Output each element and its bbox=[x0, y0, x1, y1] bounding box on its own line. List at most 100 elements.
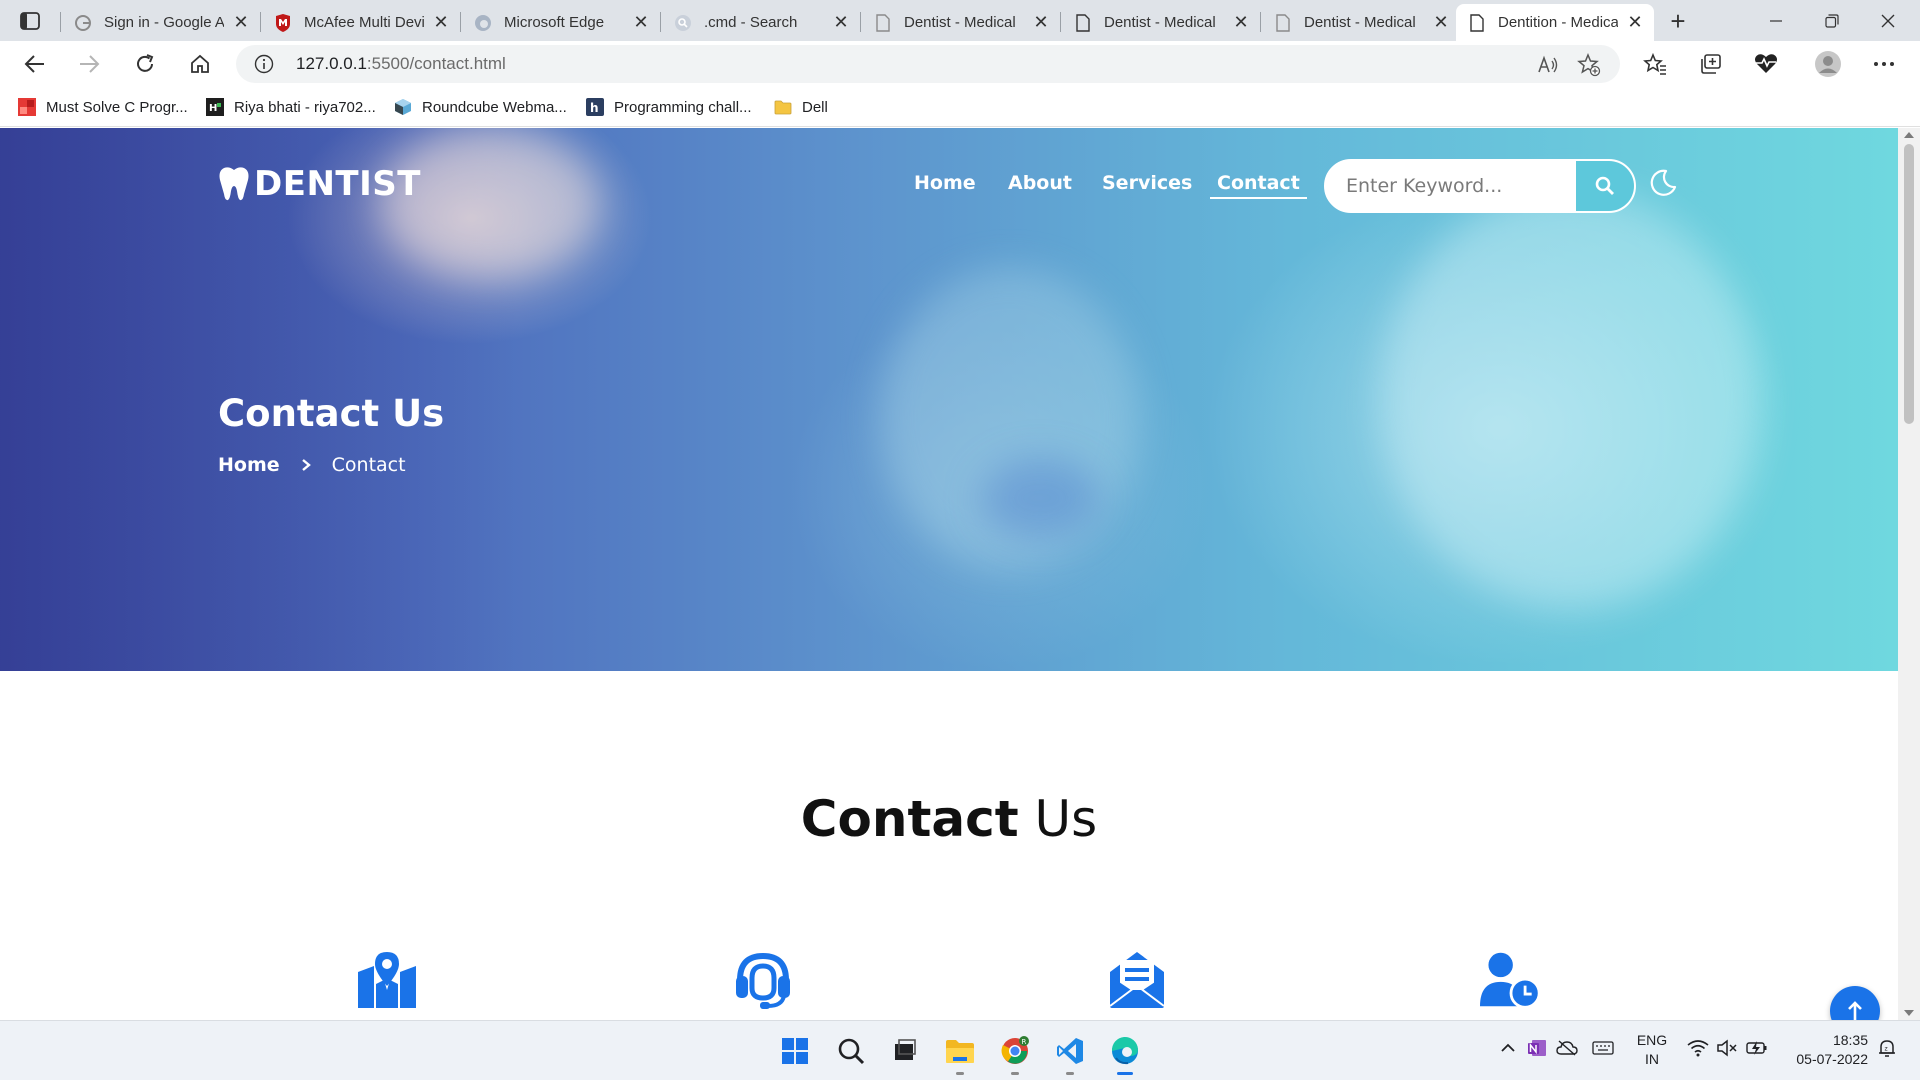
hackerrank-icon: h bbox=[586, 98, 604, 116]
refresh-button[interactable] bbox=[128, 47, 162, 81]
search-icon bbox=[674, 14, 692, 32]
tab-separator bbox=[60, 12, 61, 32]
dark-mode-toggle-moon-icon[interactable] bbox=[1648, 168, 1678, 198]
tab-separator bbox=[460, 12, 461, 32]
close-icon[interactable]: ✕ bbox=[432, 12, 450, 32]
profile-button[interactable] bbox=[1813, 49, 1843, 79]
keyboard-icon bbox=[1592, 1041, 1614, 1055]
tab-cmd-search[interactable]: .cmd - Search ✕ bbox=[662, 4, 860, 41]
close-icon[interactable]: ✕ bbox=[832, 12, 850, 32]
bookmark-item[interactable]: h Programming chall... bbox=[586, 95, 752, 119]
tab-microsoft-edge[interactable]: Microsoft Edge ✕ bbox=[462, 4, 660, 41]
mcafee-icon bbox=[274, 13, 292, 32]
browser-essentials-button[interactable] bbox=[1751, 49, 1781, 79]
cloud-offline-icon bbox=[1556, 1040, 1578, 1056]
info-icon[interactable] bbox=[254, 54, 274, 74]
bookmark-item[interactable]: Dell bbox=[774, 95, 828, 119]
close-icon bbox=[1881, 14, 1895, 27]
close-icon[interactable]: ✕ bbox=[232, 12, 250, 32]
tab-separator bbox=[1060, 12, 1061, 32]
star-add-icon bbox=[1577, 53, 1601, 77]
edge-taskbar-button[interactable] bbox=[1109, 1035, 1141, 1075]
collections-button[interactable] bbox=[1696, 49, 1726, 79]
svg-text:h: h bbox=[590, 101, 599, 115]
refresh-icon bbox=[137, 54, 154, 72]
tab-dentition-medical-active[interactable]: Dentition - Medical ✕ bbox=[1456, 4, 1654, 41]
bookmark-item[interactable]: Must Solve C Progr... bbox=[18, 95, 188, 119]
breadcrumb-home-link[interactable]: Home bbox=[218, 454, 280, 476]
forward-button[interactable] bbox=[72, 47, 106, 81]
keyboard-tray-icon[interactable] bbox=[1592, 1037, 1614, 1059]
running-indicator bbox=[1066, 1072, 1074, 1075]
active-window-indicator bbox=[1117, 1072, 1133, 1075]
bookmark-item[interactable]: H Riya bhati - riya702... bbox=[206, 95, 376, 119]
taskbar-search-button[interactable] bbox=[835, 1035, 867, 1067]
bookmark-item[interactable]: Roundcube Webma... bbox=[394, 95, 567, 119]
system-clock[interactable]: 18:35 05-07-2022 bbox=[1786, 1031, 1868, 1069]
plus-icon: + bbox=[1670, 5, 1686, 36]
onenote-tray-icon[interactable] bbox=[1526, 1037, 1548, 1059]
close-window-button[interactable] bbox=[1860, 0, 1916, 41]
breadcrumb: Home Contact bbox=[218, 454, 406, 476]
tab-title: .cmd - Search bbox=[704, 14, 798, 31]
site-search bbox=[1324, 159, 1636, 213]
minimize-button[interactable] bbox=[1748, 0, 1804, 41]
search-icon bbox=[838, 1038, 865, 1065]
hero-photo-blur bbox=[1380, 188, 1760, 608]
volume-tray-icon[interactable] bbox=[1716, 1037, 1738, 1059]
input-language-indicator[interactable]: ENG IN bbox=[1634, 1031, 1670, 1069]
new-tab-button[interactable]: + bbox=[1663, 6, 1693, 36]
bookmark-label: Riya bhati - riya702... bbox=[234, 98, 376, 116]
windows-start-icon bbox=[782, 1038, 808, 1064]
tab-dentist-medical-2[interactable]: Dentist - Medical ✕ bbox=[1062, 4, 1260, 41]
nav-link-contact[interactable]: Contact bbox=[1210, 172, 1307, 199]
wifi-tray-icon[interactable] bbox=[1687, 1037, 1709, 1059]
edge-icon bbox=[474, 14, 492, 32]
search-button[interactable] bbox=[1576, 161, 1634, 211]
tab-google-sign-in[interactable]: Sign in - Google Accounts ✕ bbox=[62, 4, 260, 41]
restore-button[interactable] bbox=[1804, 0, 1860, 41]
home-button[interactable] bbox=[183, 47, 217, 81]
battery-tray-icon[interactable] bbox=[1746, 1037, 1768, 1059]
close-icon[interactable]: ✕ bbox=[1232, 12, 1250, 32]
nav-link-services[interactable]: Services bbox=[1102, 172, 1192, 194]
read-aloud-button[interactable] bbox=[1536, 53, 1560, 77]
close-icon[interactable]: ✕ bbox=[1432, 12, 1450, 32]
nav-link-home[interactable]: Home bbox=[914, 172, 976, 194]
file-explorer-button[interactable] bbox=[944, 1035, 976, 1075]
back-button[interactable] bbox=[18, 47, 52, 81]
notifications-button[interactable]: z bbox=[1876, 1037, 1898, 1059]
page-scrollbar[interactable] bbox=[1898, 128, 1920, 1020]
tab-dentist-medical-1[interactable]: Dentist - Medical ✕ bbox=[862, 4, 1060, 41]
address-bar[interactable]: 127.0.0.1:5500/contact.html bbox=[236, 45, 1620, 83]
tab-dentist-medical-3[interactable]: Dentist - Medical ✕ bbox=[1262, 4, 1460, 41]
search-input[interactable] bbox=[1326, 161, 1578, 211]
close-icon[interactable]: ✕ bbox=[1032, 12, 1050, 32]
restore-icon bbox=[1825, 13, 1839, 28]
chrome-button[interactable]: R bbox=[999, 1035, 1031, 1075]
favorites-button[interactable] bbox=[1640, 49, 1670, 79]
svg-text:z: z bbox=[1885, 1046, 1888, 1053]
scrollbar-thumb[interactable] bbox=[1904, 144, 1914, 424]
site-logo[interactable]: DENTIST bbox=[218, 164, 421, 204]
tab-actions-button[interactable] bbox=[14, 8, 46, 34]
settings-more-button[interactable] bbox=[1869, 49, 1899, 79]
close-icon[interactable]: ✕ bbox=[1626, 12, 1644, 32]
running-indicator bbox=[956, 1072, 964, 1075]
section-title: Contact Us bbox=[0, 790, 1898, 848]
start-button[interactable] bbox=[779, 1035, 811, 1067]
arrow-left-icon bbox=[24, 55, 44, 73]
task-view-button[interactable] bbox=[888, 1035, 920, 1067]
hackerearth-icon: H bbox=[206, 98, 224, 116]
close-icon[interactable]: ✕ bbox=[632, 12, 650, 32]
nav-link-about[interactable]: About bbox=[1008, 172, 1072, 194]
back-to-top-button[interactable] bbox=[1830, 986, 1880, 1020]
scroll-up-arrow-icon[interactable] bbox=[1904, 132, 1914, 138]
page-icon bbox=[1468, 13, 1486, 32]
tab-mcafee[interactable]: McAfee Multi Device Security ✕ bbox=[262, 4, 460, 41]
show-hidden-icons-button[interactable] bbox=[1497, 1037, 1519, 1059]
scroll-down-arrow-icon[interactable] bbox=[1904, 1010, 1914, 1016]
onedrive-tray-icon[interactable] bbox=[1556, 1037, 1578, 1059]
vscode-button[interactable] bbox=[1054, 1035, 1086, 1075]
add-favorite-button[interactable] bbox=[1577, 53, 1601, 77]
